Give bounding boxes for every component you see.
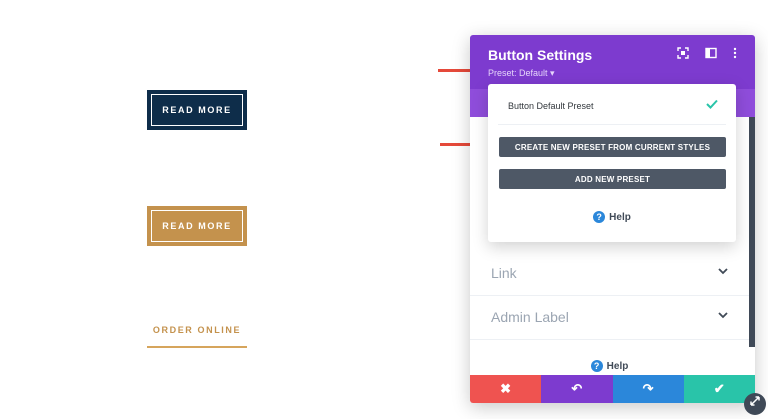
preset-dropdown: Button Default Preset CREATE NEW PRESET … [488,84,736,242]
create-preset-button[interactable]: CREATE NEW PRESET FROM CURRENT STYLES [499,137,726,157]
panel-scrollbar[interactable] [749,117,755,347]
read-more-button-dark[interactable]: READ MORE [147,90,247,130]
preset-selector[interactable]: Preset: Default ▾ [488,68,555,79]
help-label: Help [609,212,631,223]
more-vertical-icon[interactable] [728,47,742,61]
expand-icon[interactable] [676,47,690,61]
current-preset-item[interactable]: Button Default Preset [508,101,594,111]
cancel-button[interactable]: ✖ [470,375,542,403]
chevron-down-icon [718,310,728,322]
link-toggle[interactable]: Link [470,252,749,296]
add-preset-button[interactable]: ADD NEW PRESET [499,169,726,189]
toggle-label: Link [491,265,517,281]
help-icon: ? [590,360,603,372]
order-online-button[interactable]: ORDER ONLINE [147,320,247,348]
undo-button[interactable]: ↶ [541,375,613,403]
panel-footer: ✖ ↶ ↷ ✔ [470,375,755,403]
dropdown-help-link[interactable]: ? Help [488,211,736,223]
divider [498,124,726,125]
help-label: Help [606,361,629,372]
help-icon: ? [593,211,606,223]
check-icon [706,97,718,112]
chevron-down-icon [718,266,728,278]
columns-icon[interactable] [704,47,718,61]
resize-handle-icon[interactable] [744,393,766,415]
read-more-button-gold[interactable]: READ MORE [147,206,247,246]
panel-help-link[interactable]: ? Help [470,360,749,372]
redo-button[interactable]: ↷ [612,375,684,403]
admin-label-toggle[interactable]: Admin Label [470,296,749,340]
panel-title: Button Settings [488,47,593,63]
toggle-label: Admin Label [491,309,569,325]
